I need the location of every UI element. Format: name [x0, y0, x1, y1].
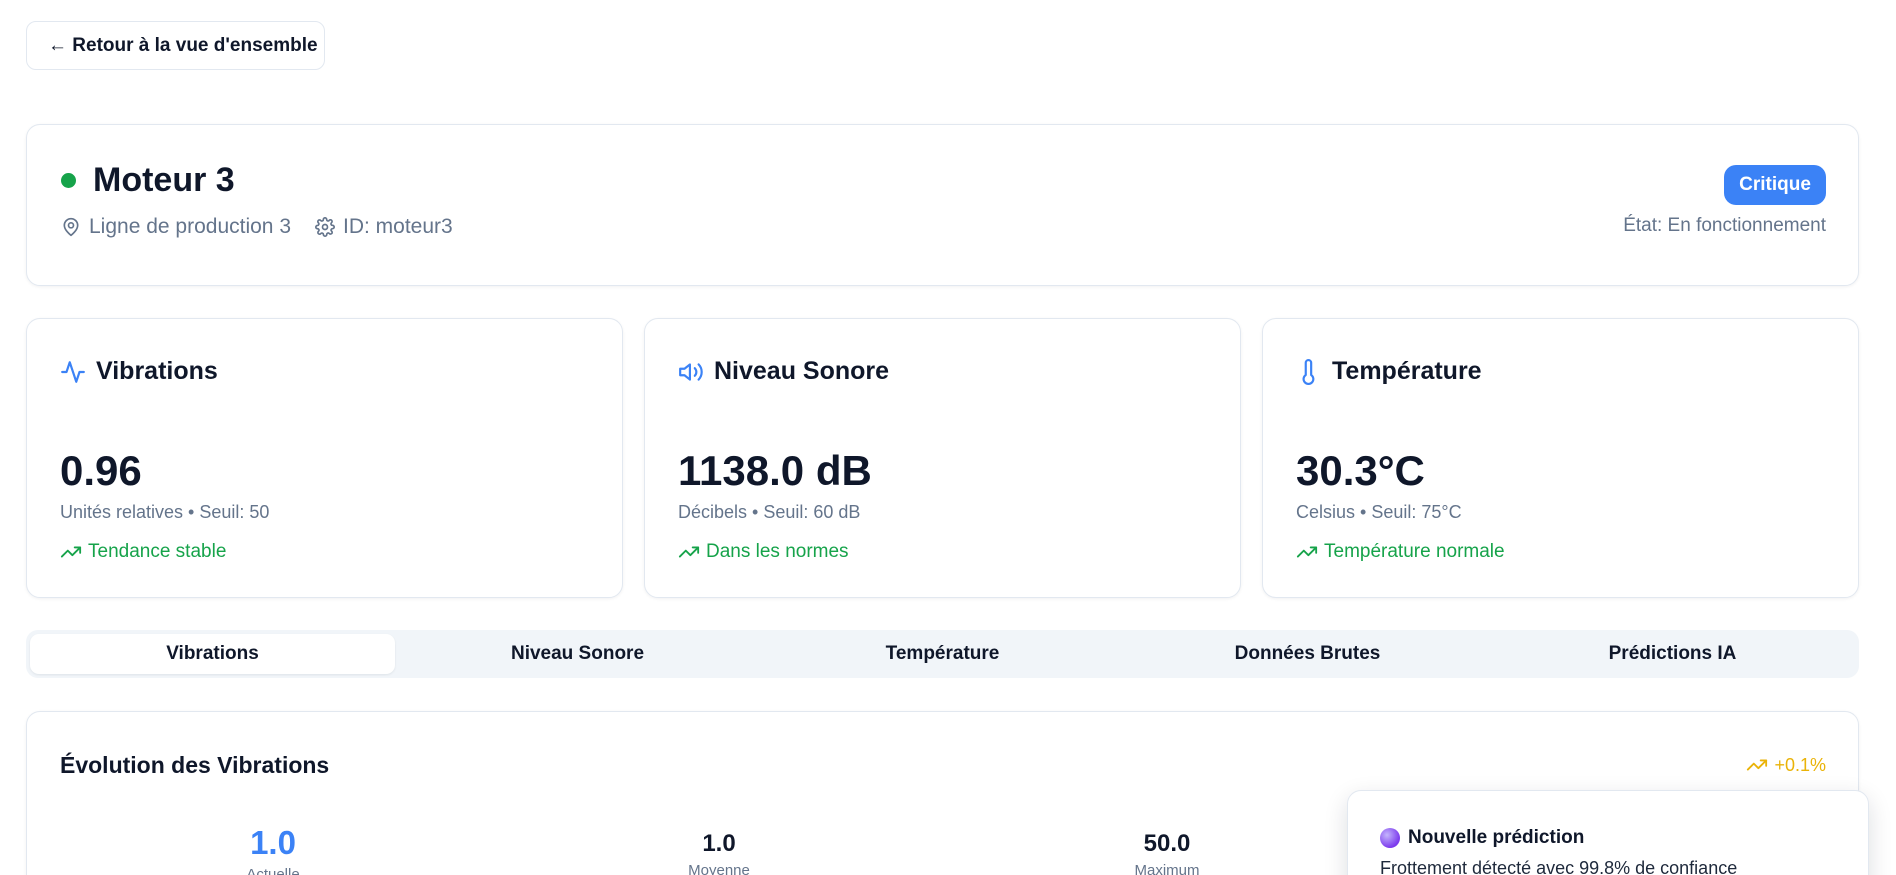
metric-value: 1138.0 dB [678, 447, 872, 494]
machine-header-card: Moteur 3 Ligne de production 3 ID: moteu… [26, 124, 1859, 286]
stat-value: 1.0 [702, 830, 736, 857]
metric-trend: Dans les normes [678, 541, 849, 563]
tab-ai-predictions[interactable]: Prédictions IA [1490, 634, 1855, 674]
tab-sound-level[interactable]: Niveau Sonore [395, 634, 760, 674]
tab-temperature[interactable]: Température [760, 634, 1125, 674]
back-button-label: ← Retour à la vue d'ensemble [48, 34, 318, 56]
back-to-overview-button[interactable]: ← Retour à la vue d'ensemble [26, 21, 325, 70]
toast-message: Frottement détecté avec 99.8% de confian… [1380, 858, 1738, 875]
detail-tabs: Vibrations Niveau Sonore Température Don… [26, 630, 1859, 678]
metric-trend-label: Dans les normes [706, 541, 849, 562]
trending-up-icon [60, 546, 82, 558]
status-dot [61, 173, 76, 188]
metric-value: 0.96 [60, 447, 142, 494]
machine-meta: Ligne de production 3 ID: moteur3 [61, 215, 477, 239]
settings-icon [315, 217, 335, 237]
metric-trend-label: Tendance stable [88, 541, 227, 562]
sound-level-metric-card: Niveau Sonore 1138.0 dB Décibels • Seuil… [644, 318, 1241, 598]
vibrations-metric-card: Vibrations 0.96 Unités relatives • Seuil… [26, 318, 623, 598]
tab-vibrations[interactable]: Vibrations [30, 634, 395, 674]
volume-icon [679, 362, 703, 381]
id-text: ID: moteur3 [343, 215, 453, 238]
metric-trend: Tendance stable [60, 541, 226, 563]
location-meta: Ligne de production 3 [61, 215, 291, 239]
stat-maximum: 50.0 Maximum [1067, 830, 1267, 875]
metric-header: Vibrations [60, 357, 218, 386]
toast-title: Nouvelle prédiction [1408, 827, 1585, 848]
metric-header: Niveau Sonore [678, 357, 889, 386]
metric-title: Température [1332, 357, 1482, 385]
trending-up-icon [678, 546, 700, 558]
trending-up-icon [1296, 546, 1318, 558]
stat-value: 1.0 [250, 824, 296, 861]
metric-trend: Température normale [1296, 541, 1505, 563]
thermometer-icon [1302, 358, 1315, 385]
metric-title: Vibrations [96, 357, 218, 385]
metric-trend-label: Température normale [1324, 541, 1505, 562]
metric-title: Niveau Sonore [714, 357, 890, 385]
trending-up-icon [1747, 759, 1768, 771]
stat-value: 50.0 [1143, 830, 1191, 857]
severity-badge: Critique [1724, 165, 1826, 205]
change-indicator: +0.1% [1746, 754, 1826, 776]
activity-icon [61, 360, 85, 383]
prediction-toast[interactable]: Nouvelle prédiction Frottement détecté a… [1347, 790, 1869, 875]
temperature-metric-card: Température 30.3°C Celsius • Seuil: 75°C… [1262, 318, 1859, 598]
stat-average: 1.0 Moyenne [619, 830, 819, 875]
machine-title: Moteur 3 [93, 161, 235, 199]
map-pin-icon [63, 217, 79, 237]
change-value: +0.1% [1774, 754, 1826, 775]
stat-label: Actuelle [246, 866, 300, 875]
metric-subtitle: Unités relatives • Seuil: 50 [60, 502, 270, 522]
machine-state: État: En fonctionnement [1623, 215, 1826, 236]
metric-subtitle: Celsius • Seuil: 75°C [1296, 502, 1462, 522]
tab-raw-data[interactable]: Données Brutes [1125, 634, 1490, 674]
crystal-ball-icon [1380, 828, 1400, 848]
id-meta: ID: moteur3 [315, 215, 453, 239]
stat-label: Maximum [1134, 862, 1200, 875]
metric-header: Température [1296, 357, 1482, 386]
metric-subtitle: Décibels • Seuil: 60 dB [678, 502, 861, 522]
toast-header: Nouvelle prédiction [1380, 827, 1584, 849]
location-text: Ligne de production 3 [89, 215, 291, 238]
chart-panel-title: Évolution des Vibrations [60, 752, 330, 778]
stat-current: 1.0 Actuelle [173, 824, 373, 875]
metric-value: 30.3°C [1296, 447, 1425, 494]
stat-label: Moyenne [688, 862, 750, 875]
machine-detail-page: ← Retour à la vue d'ensemble Moteur 3 Li… [0, 0, 1896, 875]
